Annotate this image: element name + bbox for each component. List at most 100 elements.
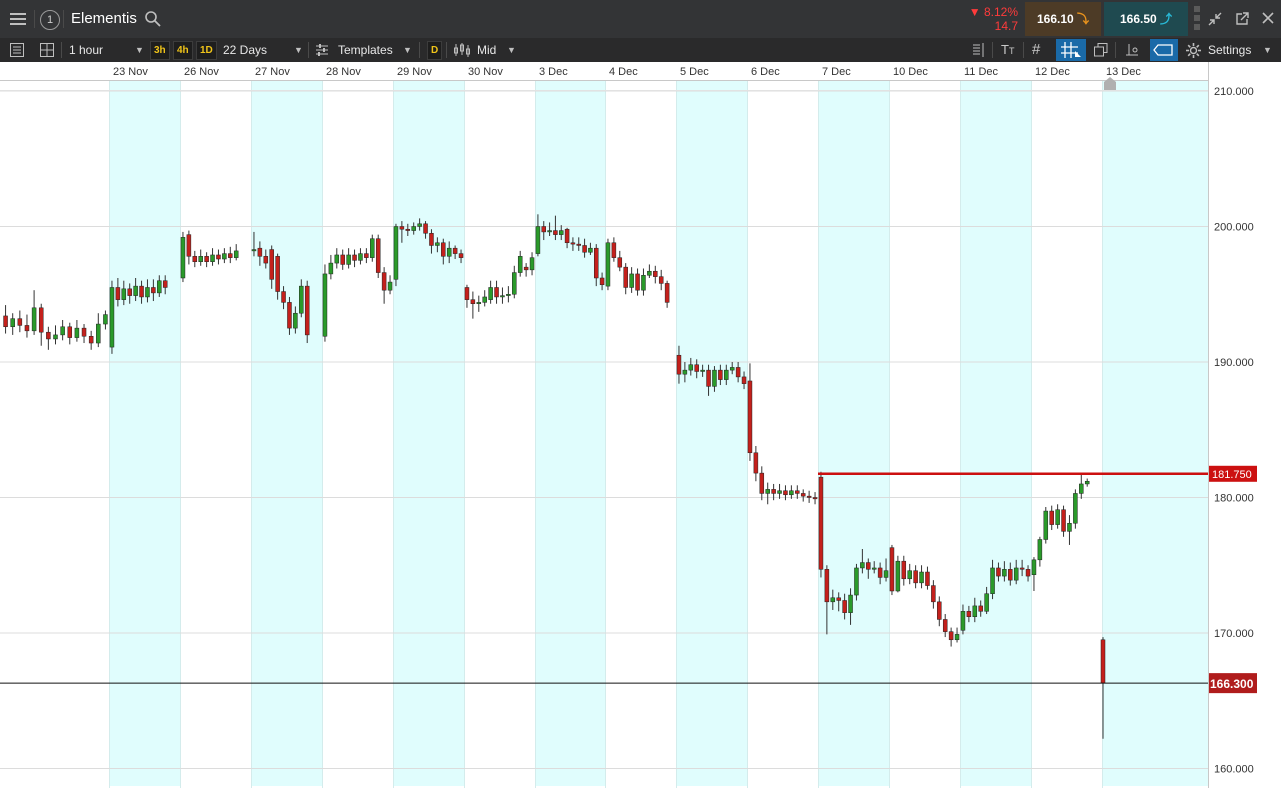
candle-down — [340, 254, 345, 265]
candle-down — [263, 256, 269, 264]
candle-down — [1008, 569, 1013, 581]
candle-down — [162, 280, 168, 288]
candle-up — [334, 254, 340, 264]
text-size-icon[interactable]: TT — [1001, 40, 1014, 61]
range-select[interactable]: 22 Days — [223, 40, 267, 60]
x-tick-label: 11 Dec — [964, 66, 999, 78]
settings-dropdown-icon[interactable]: ▼ — [1263, 40, 1272, 60]
candle-up — [919, 571, 924, 584]
templates-icon[interactable] — [315, 43, 329, 57]
candle-down — [623, 266, 628, 288]
buy-price: 166.50 — [1119, 12, 1157, 26]
range-dropdown-icon[interactable]: ▼ — [294, 40, 303, 60]
candle-down — [611, 242, 617, 258]
y-tick-label: 180.000 — [1214, 493, 1254, 505]
x-tick-label: 7 Dec — [822, 66, 851, 78]
timeframe-dropdown-icon[interactable]: ▼ — [135, 40, 144, 60]
candle-down — [452, 247, 458, 254]
price-type-dropdown-icon[interactable]: ▼ — [507, 40, 516, 60]
drawing-tools-icon[interactable] — [1124, 42, 1140, 58]
instrument-number-badge[interactable]: 1 — [40, 10, 60, 30]
search-icon[interactable] — [144, 10, 162, 28]
candlestick-type-icon[interactable] — [453, 42, 471, 58]
candle-up — [907, 570, 912, 580]
close-icon[interactable] — [1260, 10, 1276, 26]
instrument-name[interactable]: Elementis — [71, 9, 137, 29]
tag-label-icon[interactable] — [1150, 39, 1178, 61]
interval-1d-button[interactable]: 1D — [196, 41, 217, 60]
candle-up — [895, 560, 901, 592]
crosshair-icon[interactable] — [1056, 39, 1086, 61]
sell-button[interactable]: 166.10 ⤵ — [1025, 2, 1101, 36]
candle-up — [74, 327, 80, 338]
candle-down — [718, 369, 723, 380]
templates-button[interactable]: Templates — [338, 40, 393, 60]
buy-arrow-icon: ⤴ — [1160, 12, 1173, 26]
candle-down — [966, 611, 972, 617]
grid-icon[interactable]: # — [1032, 40, 1040, 60]
interval-4h-button[interactable]: 4h — [173, 41, 193, 60]
candle-down — [1025, 569, 1031, 577]
candle-down — [741, 376, 747, 384]
candle-down — [818, 476, 824, 570]
indicators-icon[interactable] — [970, 42, 986, 58]
resistance-price-label: 181.750 — [1212, 469, 1252, 481]
hamburger-menu-icon[interactable] — [8, 9, 28, 29]
y-tick-label: 200.000 — [1214, 222, 1254, 234]
candle-up — [588, 247, 593, 253]
candle-down — [375, 238, 381, 273]
candle-up — [60, 326, 65, 336]
candle-down — [901, 560, 907, 580]
candle-down — [759, 472, 765, 494]
list-view-icon[interactable] — [9, 42, 25, 58]
popout-icon[interactable] — [1234, 11, 1250, 27]
candle-up — [393, 226, 399, 280]
candle-up — [133, 285, 138, 296]
candle-up — [435, 242, 440, 246]
x-tick-label: 29 Nov — [397, 66, 432, 78]
candle-down — [352, 254, 357, 261]
copy-icon[interactable] — [1093, 42, 1109, 58]
candle-down — [877, 567, 883, 578]
candle-down — [494, 287, 499, 298]
candle-down — [38, 307, 44, 333]
candle-up — [954, 634, 960, 641]
candle-down — [694, 364, 699, 372]
day-shade-band — [676, 80, 747, 786]
candle-up — [529, 257, 535, 271]
candle-up — [417, 223, 422, 227]
settings-button[interactable]: Settings — [1208, 40, 1251, 60]
collapse-icon[interactable] — [1207, 11, 1223, 27]
candle-up — [387, 281, 393, 291]
candle-up — [482, 296, 487, 303]
interval-3h-button[interactable]: 3h — [150, 41, 170, 60]
x-tick-label: 30 Nov — [468, 66, 503, 78]
candle-up — [1055, 509, 1060, 525]
trade-size-slider-icon[interactable] — [1193, 4, 1201, 34]
d-button[interactable]: D — [427, 41, 443, 60]
candle-down — [635, 273, 640, 291]
candle-down — [151, 287, 156, 294]
candle-up — [96, 323, 101, 344]
candle-up — [682, 369, 688, 375]
timeframe-select[interactable]: 1 hour — [69, 40, 103, 60]
candle-up — [103, 314, 108, 325]
instrument-number: 1 — [46, 14, 54, 26]
candle-down — [824, 569, 830, 603]
settings-gear-icon[interactable] — [1186, 43, 1201, 58]
candle-down — [1019, 567, 1025, 570]
candle-up — [145, 287, 150, 298]
candle-down — [186, 234, 192, 257]
buy-button[interactable]: 166.50 ⤴ — [1104, 2, 1188, 36]
candle-up — [500, 295, 505, 298]
templates-dropdown-icon[interactable]: ▼ — [403, 40, 412, 60]
price-type-select[interactable]: Mid — [477, 40, 496, 60]
layout-icon[interactable] — [39, 42, 55, 58]
last-price-label: 166.300 — [1210, 677, 1254, 691]
candle-down — [81, 327, 87, 337]
candle-down — [127, 288, 132, 296]
candle-down — [269, 249, 274, 280]
candle-down — [599, 277, 605, 286]
candle-down — [866, 562, 871, 570]
price-chart[interactable]: 23 Nov 26 Nov 27 Nov 28 Nov 29 Nov 30 Nov 3 De… — [0, 62, 1281, 788]
